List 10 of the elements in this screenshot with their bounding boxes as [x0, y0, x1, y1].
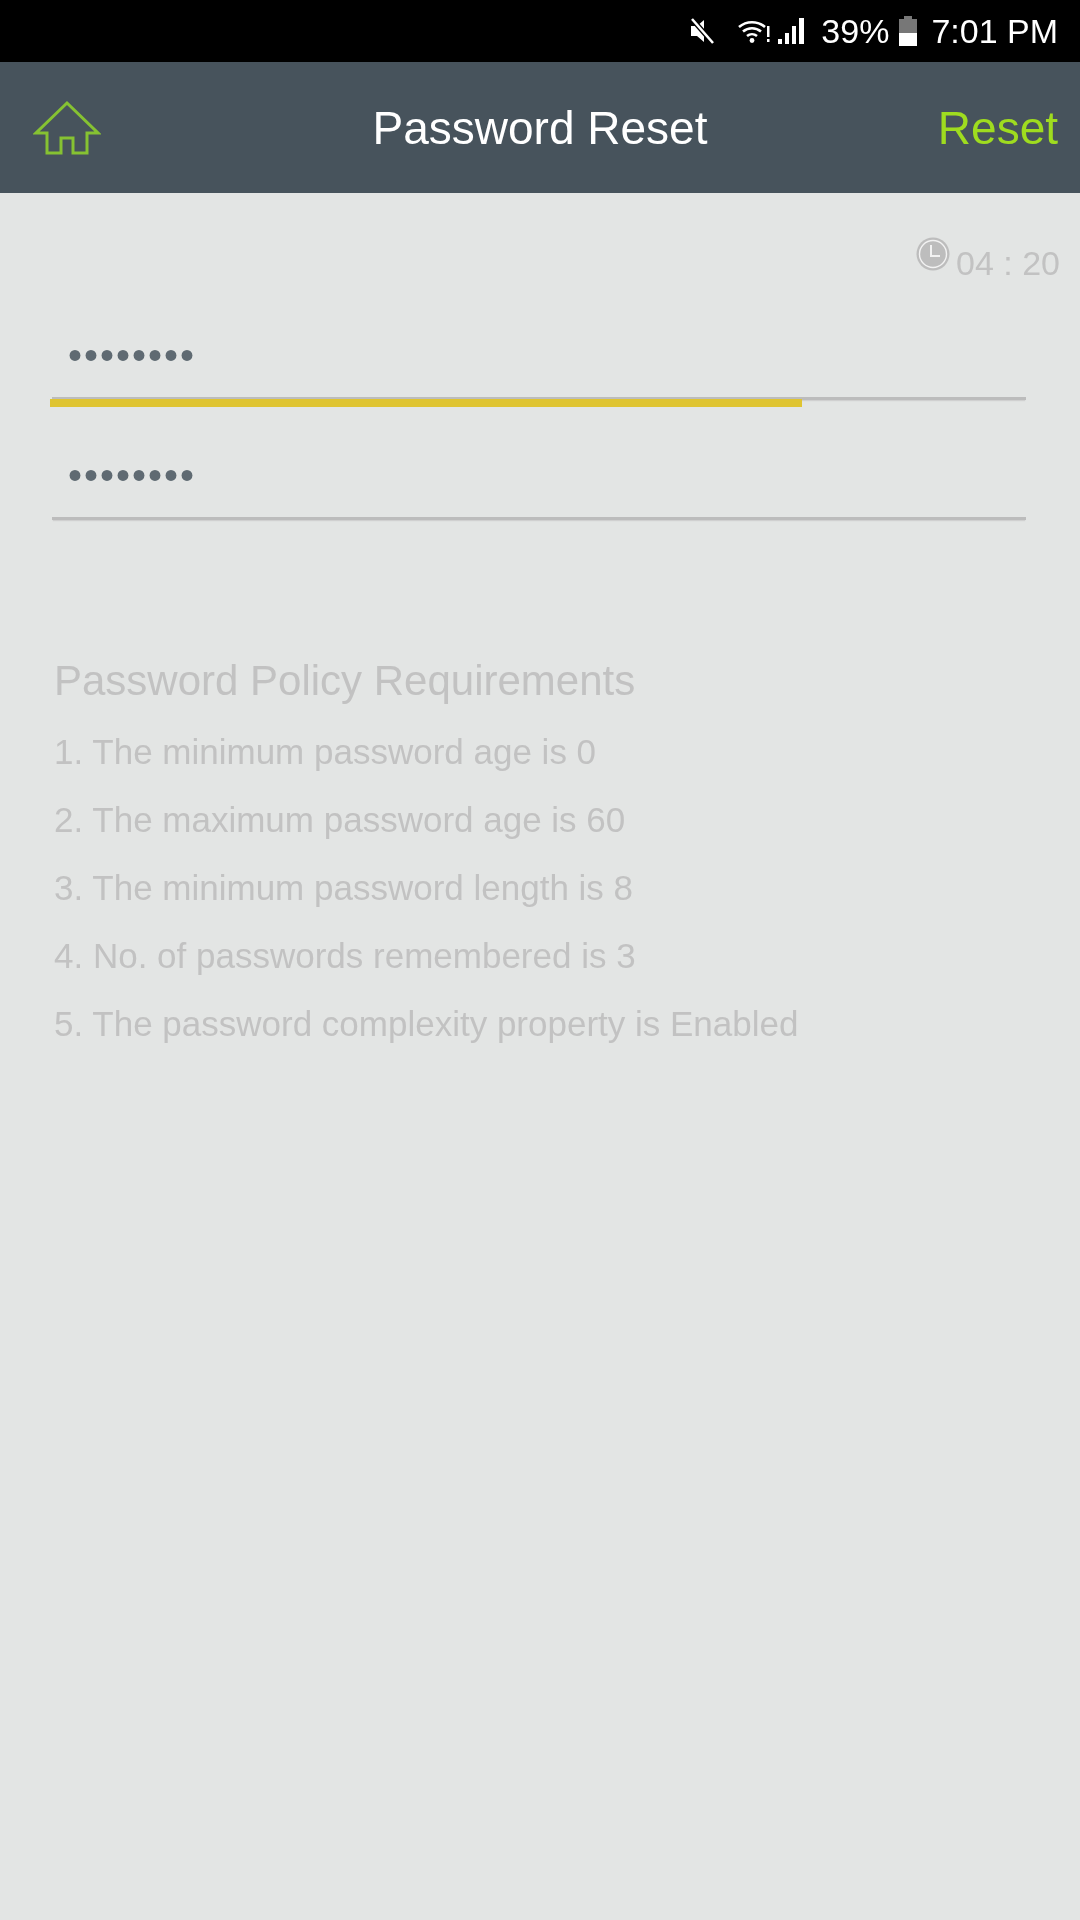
reset-button[interactable]: Reset	[937, 99, 1058, 156]
battery-icon	[899, 16, 918, 46]
screen-title: Password Reset	[372, 100, 708, 156]
clock-icon	[916, 237, 950, 271]
clock-time: 7:01 PM	[931, 11, 1058, 51]
mute-icon	[689, 17, 716, 45]
home-icon[interactable]	[33, 99, 101, 156]
password-field[interactable]: ••••••••	[52, 439, 1026, 520]
wifi-icon	[737, 18, 772, 44]
battery-percent: 39%	[821, 11, 890, 51]
